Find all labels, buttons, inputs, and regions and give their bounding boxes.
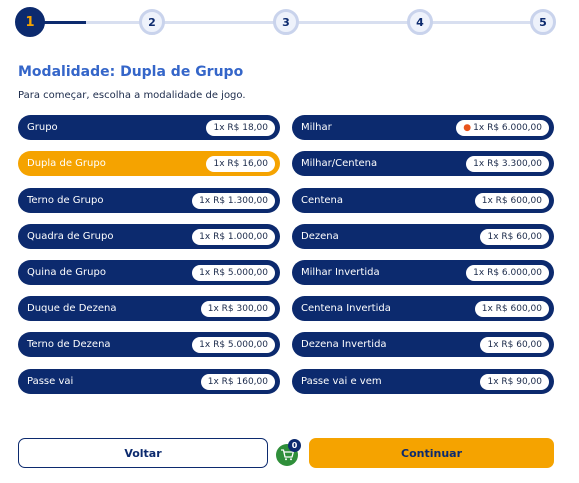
mode-label: Passe vai e vem	[301, 376, 382, 387]
fire-icon: ●	[463, 122, 472, 133]
mode-label: Terno de Dezena	[27, 339, 111, 350]
mode-option-dezena-invertida[interactable]: Dezena Invertida 1x R$ 60,00	[292, 332, 554, 357]
mode-option-duque-de-dezena[interactable]: Duque de Dezena 1x R$ 300,00	[18, 296, 280, 321]
mode-option-quadra-de-grupo[interactable]: Quadra de Grupo 1x R$ 1.000,00	[18, 224, 280, 249]
mode-option-milhar-centena[interactable]: Milhar/Centena 1x R$ 3.300,00	[292, 151, 554, 176]
mode-price: 1x R$ 5.000,00	[192, 336, 275, 353]
step-3[interactable]: 3	[273, 9, 299, 35]
mode-label: Milhar/Centena	[301, 158, 378, 169]
mode-option-passe-vai[interactable]: Passe vai 1x R$ 160,00	[18, 369, 280, 394]
mode-label: Duque de Dezena	[27, 303, 117, 314]
mode-label: Quadra de Grupo	[27, 231, 114, 242]
mode-label: Passe vai	[27, 376, 74, 387]
step-4[interactable]: 4	[407, 9, 433, 35]
mode-label: Terno de Grupo	[27, 195, 104, 206]
continue-button[interactable]: Continuar	[309, 438, 554, 468]
mode-price: 1x R$ 60,00	[480, 228, 549, 245]
mode-price: 1x R$ 6.000,00	[466, 264, 549, 281]
mode-price: 1x R$ 600,00	[474, 192, 549, 209]
mode-option-milhar[interactable]: Milhar ● 1x R$ 6.000,00	[292, 115, 554, 140]
mode-price: 1x R$ 3.300,00	[466, 155, 549, 172]
mode-label: Dezena	[301, 231, 339, 242]
back-button[interactable]: Voltar	[18, 438, 268, 468]
mode-option-milhar-invertida[interactable]: Milhar Invertida 1x R$ 6.000,00	[292, 260, 554, 285]
mode-option-dupla-de-grupo[interactable]: Dupla de Grupo 1x R$ 16,00	[18, 151, 280, 176]
mode-price: 1x R$ 160,00	[200, 373, 275, 390]
mode-option-terno-de-grupo[interactable]: Terno de Grupo 1x R$ 1.300,00	[18, 188, 280, 213]
mode-price: 1x R$ 1.300,00	[192, 192, 275, 209]
mode-option-passe-vai-e-vem[interactable]: Passe vai e vem 1x R$ 90,00	[292, 369, 554, 394]
mode-label: Dezena Invertida	[301, 339, 387, 350]
mode-option-grupo[interactable]: Grupo 1x R$ 18,00	[18, 115, 280, 140]
step-2[interactable]: 2	[139, 9, 165, 35]
mode-option-centena[interactable]: Centena 1x R$ 600,00	[292, 188, 554, 213]
mode-option-quina-de-grupo[interactable]: Quina de Grupo 1x R$ 5.000,00	[18, 260, 280, 285]
step-1[interactable]: 1	[15, 7, 45, 37]
mode-price: 1x R$ 600,00	[474, 300, 549, 317]
mode-label: Dupla de Grupo	[27, 158, 106, 169]
mode-price: 1x R$ 18,00	[206, 119, 275, 136]
step-5[interactable]: 5	[530, 9, 556, 35]
mode-price: 1x R$ 16,00	[206, 155, 275, 172]
cart-count-badge: 0	[288, 439, 301, 452]
page-subtitle: Para começar, escolha a modalidade de jo…	[18, 90, 246, 101]
mode-price: 1x R$ 5.000,00	[192, 264, 275, 281]
mode-label: Centena	[301, 195, 344, 206]
mode-label: Quina de Grupo	[27, 267, 106, 278]
mode-label: Milhar	[301, 122, 332, 133]
mode-price: 1x R$ 90,00	[480, 373, 549, 390]
mode-price: 1x R$ 1.000,00	[192, 228, 275, 245]
mode-price: 1x R$ 300,00	[200, 300, 275, 317]
mode-label: Centena Invertida	[301, 303, 391, 314]
mode-label: Milhar Invertida	[301, 267, 380, 278]
page-title: Modalidade: Dupla de Grupo	[18, 64, 244, 80]
mode-price: 1x R$ 60,00	[480, 336, 549, 353]
mode-option-terno-de-dezena[interactable]: Terno de Dezena 1x R$ 5.000,00	[18, 332, 280, 357]
stepper: 1 2 3 4 5	[0, 0, 579, 48]
mode-option-dezena[interactable]: Dezena 1x R$ 60,00	[292, 224, 554, 249]
mode-label: Grupo	[27, 122, 58, 133]
mode-option-centena-invertida[interactable]: Centena Invertida 1x R$ 600,00	[292, 296, 554, 321]
mode-price: ● 1x R$ 6.000,00	[456, 119, 549, 136]
